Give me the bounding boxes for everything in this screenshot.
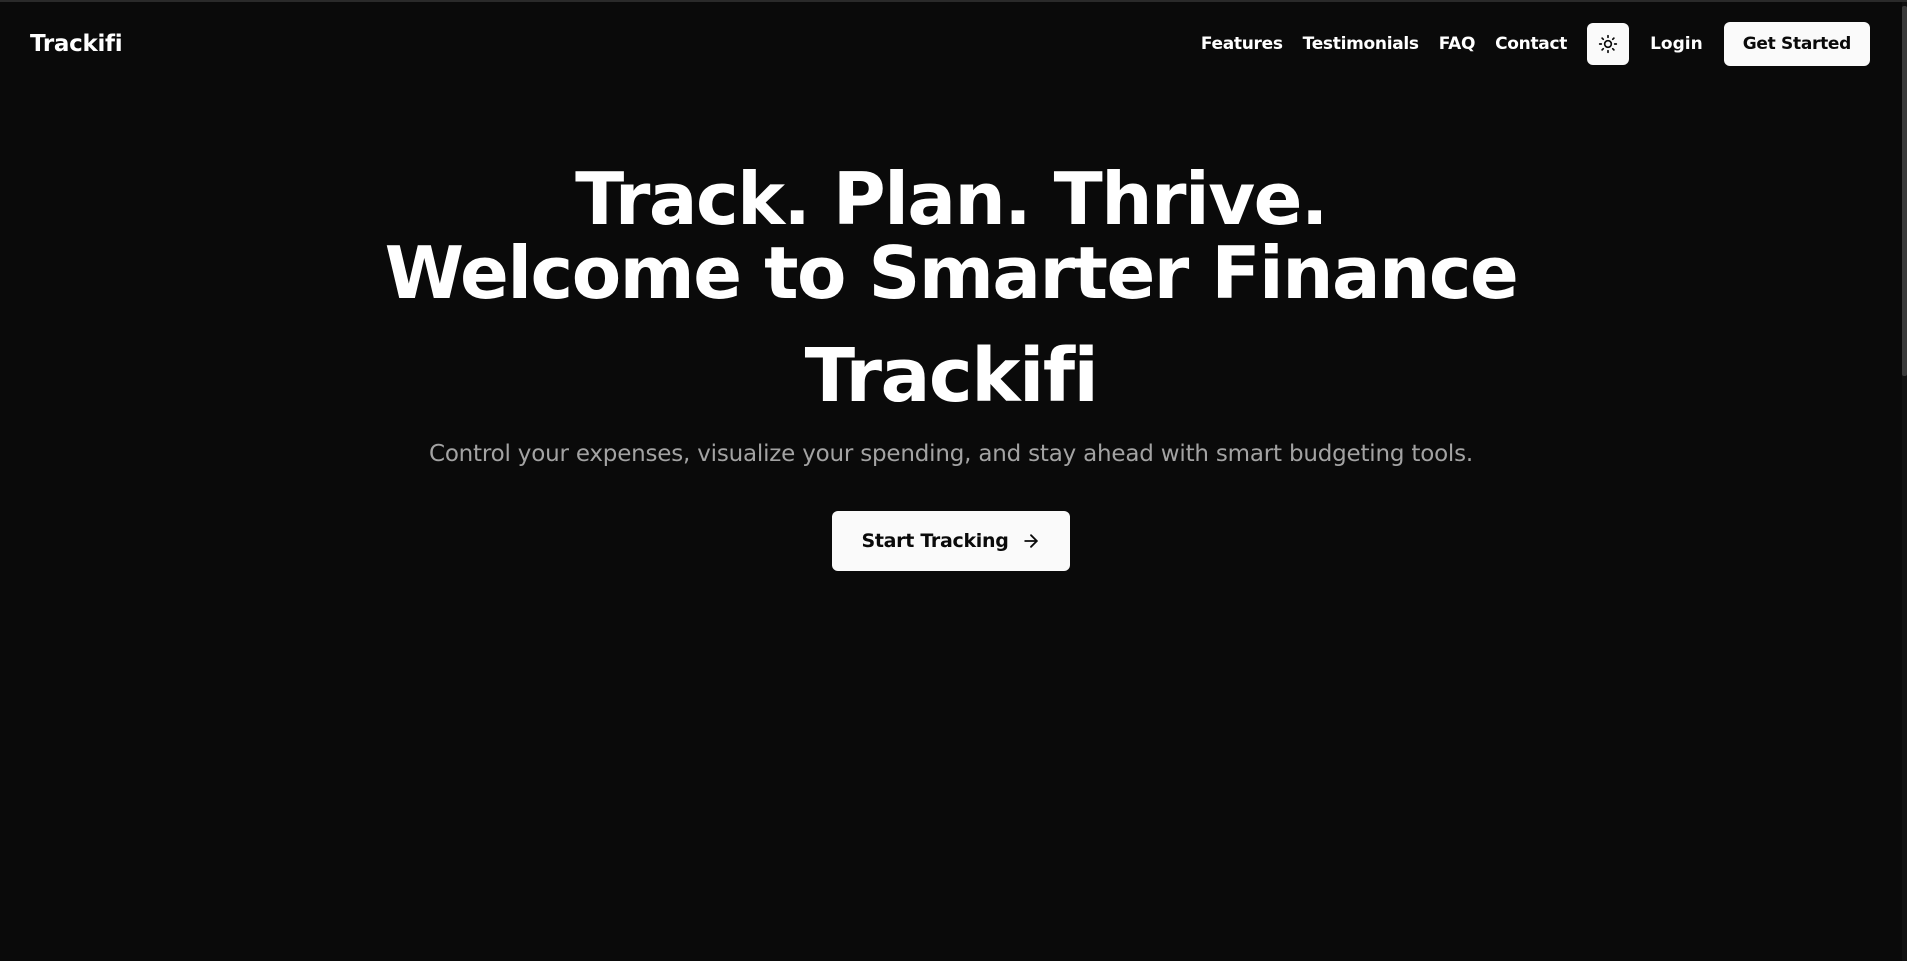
nav-link-testimonials[interactable]: Testimonials <box>1303 34 1419 54</box>
nav-link-contact[interactable]: Contact <box>1495 34 1567 54</box>
login-link[interactable]: Login <box>1650 34 1703 54</box>
cta-label: Start Tracking <box>861 530 1009 552</box>
scrollbar-thumb[interactable] <box>1902 6 1907 376</box>
main-nav: Features Testimonials FAQ Contact Login … <box>1201 21 1870 67</box>
nav-link-features[interactable]: Features <box>1201 34 1283 54</box>
hero-section: Track. Plan. Thrive. Welcome to Smarter … <box>0 162 1902 571</box>
hero-brand-title: Trackifi <box>804 333 1099 419</box>
theme-toggle-button[interactable] <box>1587 23 1630 65</box>
arrow-right-icon <box>1021 531 1041 551</box>
hero-headline: Track. Plan. Thrive. Welcome to Smarter … <box>0 162 1902 310</box>
start-tracking-button[interactable]: Start Tracking <box>832 511 1070 571</box>
page: Trackifi Features Testimonials FAQ Conta… <box>0 0 1907 961</box>
headline-line-1: Track. Plan. Thrive. <box>575 157 1328 241</box>
nav-link-faq[interactable]: FAQ <box>1439 34 1476 54</box>
page-scrollbar[interactable] <box>1902 2 1907 961</box>
logo[interactable]: Trackifi <box>30 31 123 57</box>
get-started-button[interactable]: Get Started <box>1723 22 1870 66</box>
site-header: Trackifi Features Testimonials FAQ Conta… <box>0 2 1870 88</box>
headline-line-2: Welcome to Smarter Finance <box>384 231 1519 315</box>
hero-tagline: Control your expenses, visualize your sp… <box>428 441 1474 467</box>
sun-icon <box>1598 34 1618 54</box>
